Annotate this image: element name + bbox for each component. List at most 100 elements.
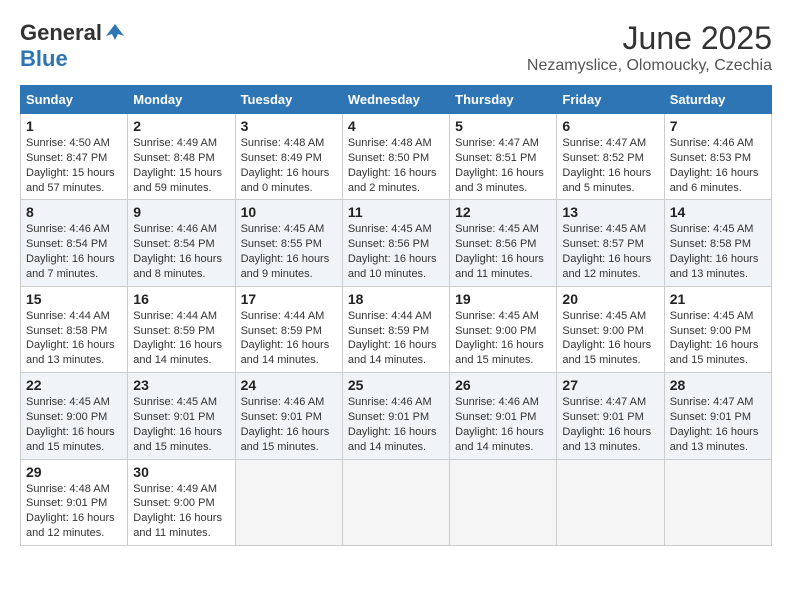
calendar-cell: 7 Sunrise: 4:46 AM Sunset: 8:53 PM Dayli… xyxy=(664,114,771,200)
calendar-cell: 2 Sunrise: 4:49 AM Sunset: 8:48 PM Dayli… xyxy=(128,114,235,200)
col-sunday: Sunday xyxy=(21,86,128,114)
day-number: 26 xyxy=(455,377,551,393)
logo-bird-icon xyxy=(104,22,126,44)
day-info: Sunrise: 4:45 AM Sunset: 8:57 PM Dayligh… xyxy=(562,222,658,281)
day-number: 8 xyxy=(26,204,122,220)
calendar-cell: 21 Sunrise: 4:45 AM Sunset: 9:00 PM Dayl… xyxy=(664,286,771,372)
day-number: 29 xyxy=(26,464,122,480)
calendar-cell: 4 Sunrise: 4:48 AM Sunset: 8:50 PM Dayli… xyxy=(342,114,449,200)
day-number: 3 xyxy=(241,118,337,134)
day-number: 23 xyxy=(133,377,229,393)
day-info: Sunrise: 4:44 AM Sunset: 8:59 PM Dayligh… xyxy=(133,309,229,368)
day-info: Sunrise: 4:50 AM Sunset: 8:47 PM Dayligh… xyxy=(26,136,122,195)
calendar-cell xyxy=(664,459,771,545)
day-info: Sunrise: 4:46 AM Sunset: 9:01 PM Dayligh… xyxy=(455,395,551,454)
calendar-cell: 1 Sunrise: 4:50 AM Sunset: 8:47 PM Dayli… xyxy=(21,114,128,200)
day-number: 27 xyxy=(562,377,658,393)
calendar-cell: 5 Sunrise: 4:47 AM Sunset: 8:51 PM Dayli… xyxy=(450,114,557,200)
calendar-cell: 27 Sunrise: 4:47 AM Sunset: 9:01 PM Dayl… xyxy=(557,373,664,459)
calendar-cell: 16 Sunrise: 4:44 AM Sunset: 8:59 PM Dayl… xyxy=(128,286,235,372)
day-info: Sunrise: 4:45 AM Sunset: 8:56 PM Dayligh… xyxy=(348,222,444,281)
calendar-cell: 10 Sunrise: 4:45 AM Sunset: 8:55 PM Dayl… xyxy=(235,200,342,286)
day-number: 14 xyxy=(670,204,766,220)
calendar-cell: 25 Sunrise: 4:46 AM Sunset: 9:01 PM Dayl… xyxy=(342,373,449,459)
day-number: 19 xyxy=(455,291,551,307)
title-area: June 2025 Nezamyslice, Olomoucky, Czechi… xyxy=(527,20,772,75)
calendar-cell: 17 Sunrise: 4:44 AM Sunset: 8:59 PM Dayl… xyxy=(235,286,342,372)
day-info: Sunrise: 4:46 AM Sunset: 8:54 PM Dayligh… xyxy=(26,222,122,281)
calendar-cell xyxy=(557,459,664,545)
calendar-cell: 11 Sunrise: 4:45 AM Sunset: 8:56 PM Dayl… xyxy=(342,200,449,286)
calendar-cell xyxy=(342,459,449,545)
calendar-cell: 6 Sunrise: 4:47 AM Sunset: 8:52 PM Dayli… xyxy=(557,114,664,200)
logo-blue-text: Blue xyxy=(20,46,68,71)
day-info: Sunrise: 4:44 AM Sunset: 8:58 PM Dayligh… xyxy=(26,309,122,368)
calendar-subtitle: Nezamyslice, Olomoucky, Czechia xyxy=(527,57,772,75)
day-info: Sunrise: 4:48 AM Sunset: 9:01 PM Dayligh… xyxy=(26,482,122,541)
day-info: Sunrise: 4:44 AM Sunset: 8:59 PM Dayligh… xyxy=(241,309,337,368)
day-info: Sunrise: 4:44 AM Sunset: 8:59 PM Dayligh… xyxy=(348,309,444,368)
day-number: 1 xyxy=(26,118,122,134)
logo: General Blue xyxy=(20,20,126,72)
day-info: Sunrise: 4:46 AM Sunset: 9:01 PM Dayligh… xyxy=(241,395,337,454)
day-number: 22 xyxy=(26,377,122,393)
calendar-cell: 9 Sunrise: 4:46 AM Sunset: 8:54 PM Dayli… xyxy=(128,200,235,286)
col-friday: Friday xyxy=(557,86,664,114)
col-monday: Monday xyxy=(128,86,235,114)
day-number: 24 xyxy=(241,377,337,393)
day-info: Sunrise: 4:49 AM Sunset: 8:48 PM Dayligh… xyxy=(133,136,229,195)
col-tuesday: Tuesday xyxy=(235,86,342,114)
day-info: Sunrise: 4:45 AM Sunset: 9:00 PM Dayligh… xyxy=(455,309,551,368)
calendar-cell: 15 Sunrise: 4:44 AM Sunset: 8:58 PM Dayl… xyxy=(21,286,128,372)
day-number: 25 xyxy=(348,377,444,393)
calendar-cell: 22 Sunrise: 4:45 AM Sunset: 9:00 PM Dayl… xyxy=(21,373,128,459)
day-info: Sunrise: 4:45 AM Sunset: 9:00 PM Dayligh… xyxy=(670,309,766,368)
day-info: Sunrise: 4:48 AM Sunset: 8:49 PM Dayligh… xyxy=(241,136,337,195)
calendar-cell xyxy=(450,459,557,545)
calendar-table: Sunday Monday Tuesday Wednesday Thursday… xyxy=(20,85,772,546)
day-number: 18 xyxy=(348,291,444,307)
calendar-cell xyxy=(235,459,342,545)
col-thursday: Thursday xyxy=(450,86,557,114)
header: General Blue June 2025 Nezamyslice, Olom… xyxy=(20,20,772,75)
calendar-cell: 19 Sunrise: 4:45 AM Sunset: 9:00 PM Dayl… xyxy=(450,286,557,372)
day-number: 7 xyxy=(670,118,766,134)
day-info: Sunrise: 4:46 AM Sunset: 9:01 PM Dayligh… xyxy=(348,395,444,454)
day-info: Sunrise: 4:49 AM Sunset: 9:00 PM Dayligh… xyxy=(133,482,229,541)
day-info: Sunrise: 4:47 AM Sunset: 9:01 PM Dayligh… xyxy=(562,395,658,454)
col-wednesday: Wednesday xyxy=(342,86,449,114)
day-info: Sunrise: 4:47 AM Sunset: 9:01 PM Dayligh… xyxy=(670,395,766,454)
day-number: 2 xyxy=(133,118,229,134)
calendar-cell: 26 Sunrise: 4:46 AM Sunset: 9:01 PM Dayl… xyxy=(450,373,557,459)
calendar-cell: 30 Sunrise: 4:49 AM Sunset: 9:00 PM Dayl… xyxy=(128,459,235,545)
day-number: 16 xyxy=(133,291,229,307)
day-number: 6 xyxy=(562,118,658,134)
day-number: 11 xyxy=(348,204,444,220)
calendar-title: June 2025 xyxy=(527,20,772,57)
day-number: 15 xyxy=(26,291,122,307)
calendar-cell: 29 Sunrise: 4:48 AM Sunset: 9:01 PM Dayl… xyxy=(21,459,128,545)
day-number: 28 xyxy=(670,377,766,393)
day-number: 17 xyxy=(241,291,337,307)
day-number: 30 xyxy=(133,464,229,480)
calendar-cell: 23 Sunrise: 4:45 AM Sunset: 9:01 PM Dayl… xyxy=(128,373,235,459)
logo-general-text: General xyxy=(20,20,102,46)
calendar-header-row: Sunday Monday Tuesday Wednesday Thursday… xyxy=(21,86,772,114)
calendar-cell: 24 Sunrise: 4:46 AM Sunset: 9:01 PM Dayl… xyxy=(235,373,342,459)
day-number: 5 xyxy=(455,118,551,134)
day-number: 4 xyxy=(348,118,444,134)
calendar-cell: 20 Sunrise: 4:45 AM Sunset: 9:00 PM Dayl… xyxy=(557,286,664,372)
day-number: 9 xyxy=(133,204,229,220)
day-info: Sunrise: 4:45 AM Sunset: 9:00 PM Dayligh… xyxy=(562,309,658,368)
calendar-cell: 28 Sunrise: 4:47 AM Sunset: 9:01 PM Dayl… xyxy=(664,373,771,459)
day-number: 10 xyxy=(241,204,337,220)
day-info: Sunrise: 4:46 AM Sunset: 8:53 PM Dayligh… xyxy=(670,136,766,195)
day-info: Sunrise: 4:45 AM Sunset: 8:58 PM Dayligh… xyxy=(670,222,766,281)
calendar-cell: 8 Sunrise: 4:46 AM Sunset: 8:54 PM Dayli… xyxy=(21,200,128,286)
day-number: 21 xyxy=(670,291,766,307)
col-saturday: Saturday xyxy=(664,86,771,114)
calendar-cell: 14 Sunrise: 4:45 AM Sunset: 8:58 PM Dayl… xyxy=(664,200,771,286)
calendar-cell: 18 Sunrise: 4:44 AM Sunset: 8:59 PM Dayl… xyxy=(342,286,449,372)
day-info: Sunrise: 4:48 AM Sunset: 8:50 PM Dayligh… xyxy=(348,136,444,195)
day-info: Sunrise: 4:46 AM Sunset: 8:54 PM Dayligh… xyxy=(133,222,229,281)
